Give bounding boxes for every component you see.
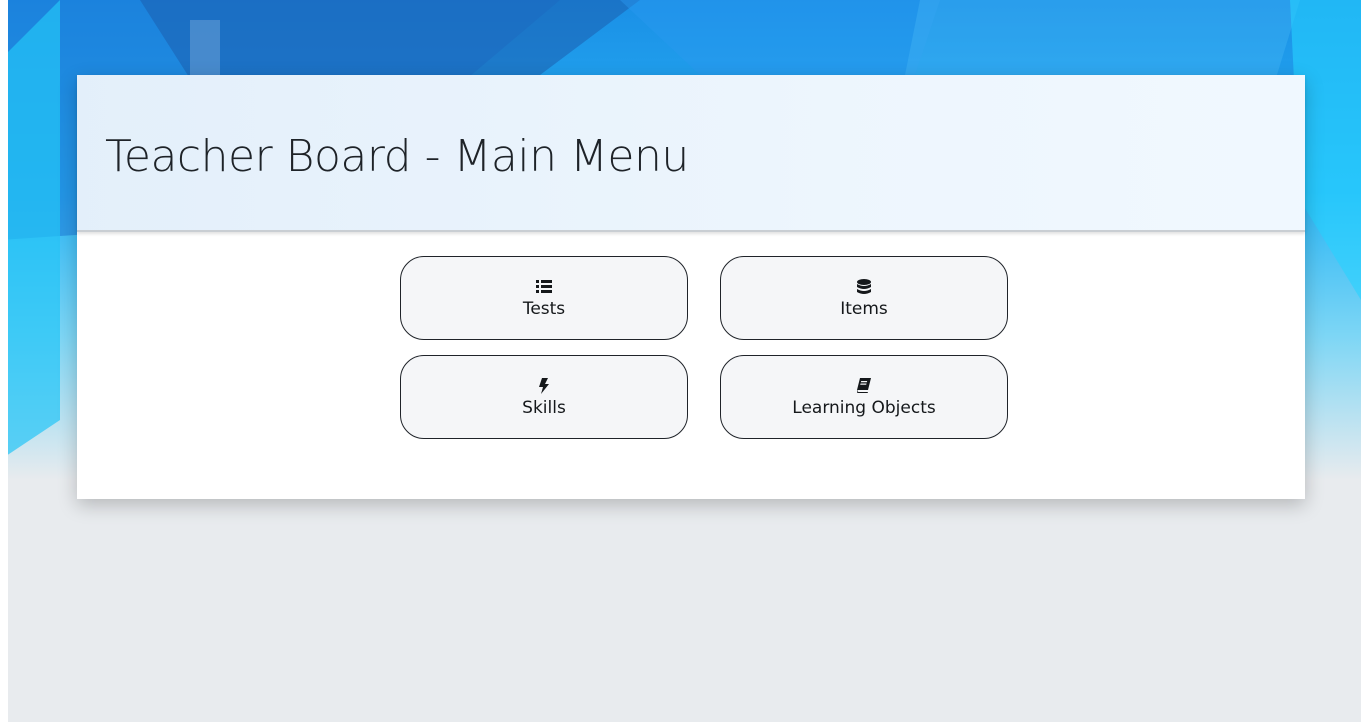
list-icon xyxy=(535,278,553,296)
database-icon xyxy=(855,278,873,296)
bolt-icon xyxy=(535,377,553,395)
main-menu-card: Teacher Board - Main Menu Tests Items Sk… xyxy=(77,75,1305,499)
skills-button-label: Skills xyxy=(522,397,566,418)
book-icon xyxy=(855,377,873,395)
skills-button[interactable]: Skills xyxy=(400,355,688,439)
page-title: Teacher Board - Main Menu xyxy=(105,131,689,182)
items-button-label: Items xyxy=(840,298,888,319)
left-edge-strip xyxy=(0,0,8,722)
page: Teacher Board - Main Menu Tests Items Sk… xyxy=(0,0,1361,722)
tests-button[interactable]: Tests xyxy=(400,256,688,340)
tests-button-label: Tests xyxy=(522,298,566,319)
card-header: Teacher Board - Main Menu xyxy=(77,75,1305,232)
learning-objects-button-label: Learning Objects xyxy=(792,397,936,418)
learning-objects-button[interactable]: Learning Objects xyxy=(720,355,1008,439)
items-button[interactable]: Items xyxy=(720,256,1008,340)
